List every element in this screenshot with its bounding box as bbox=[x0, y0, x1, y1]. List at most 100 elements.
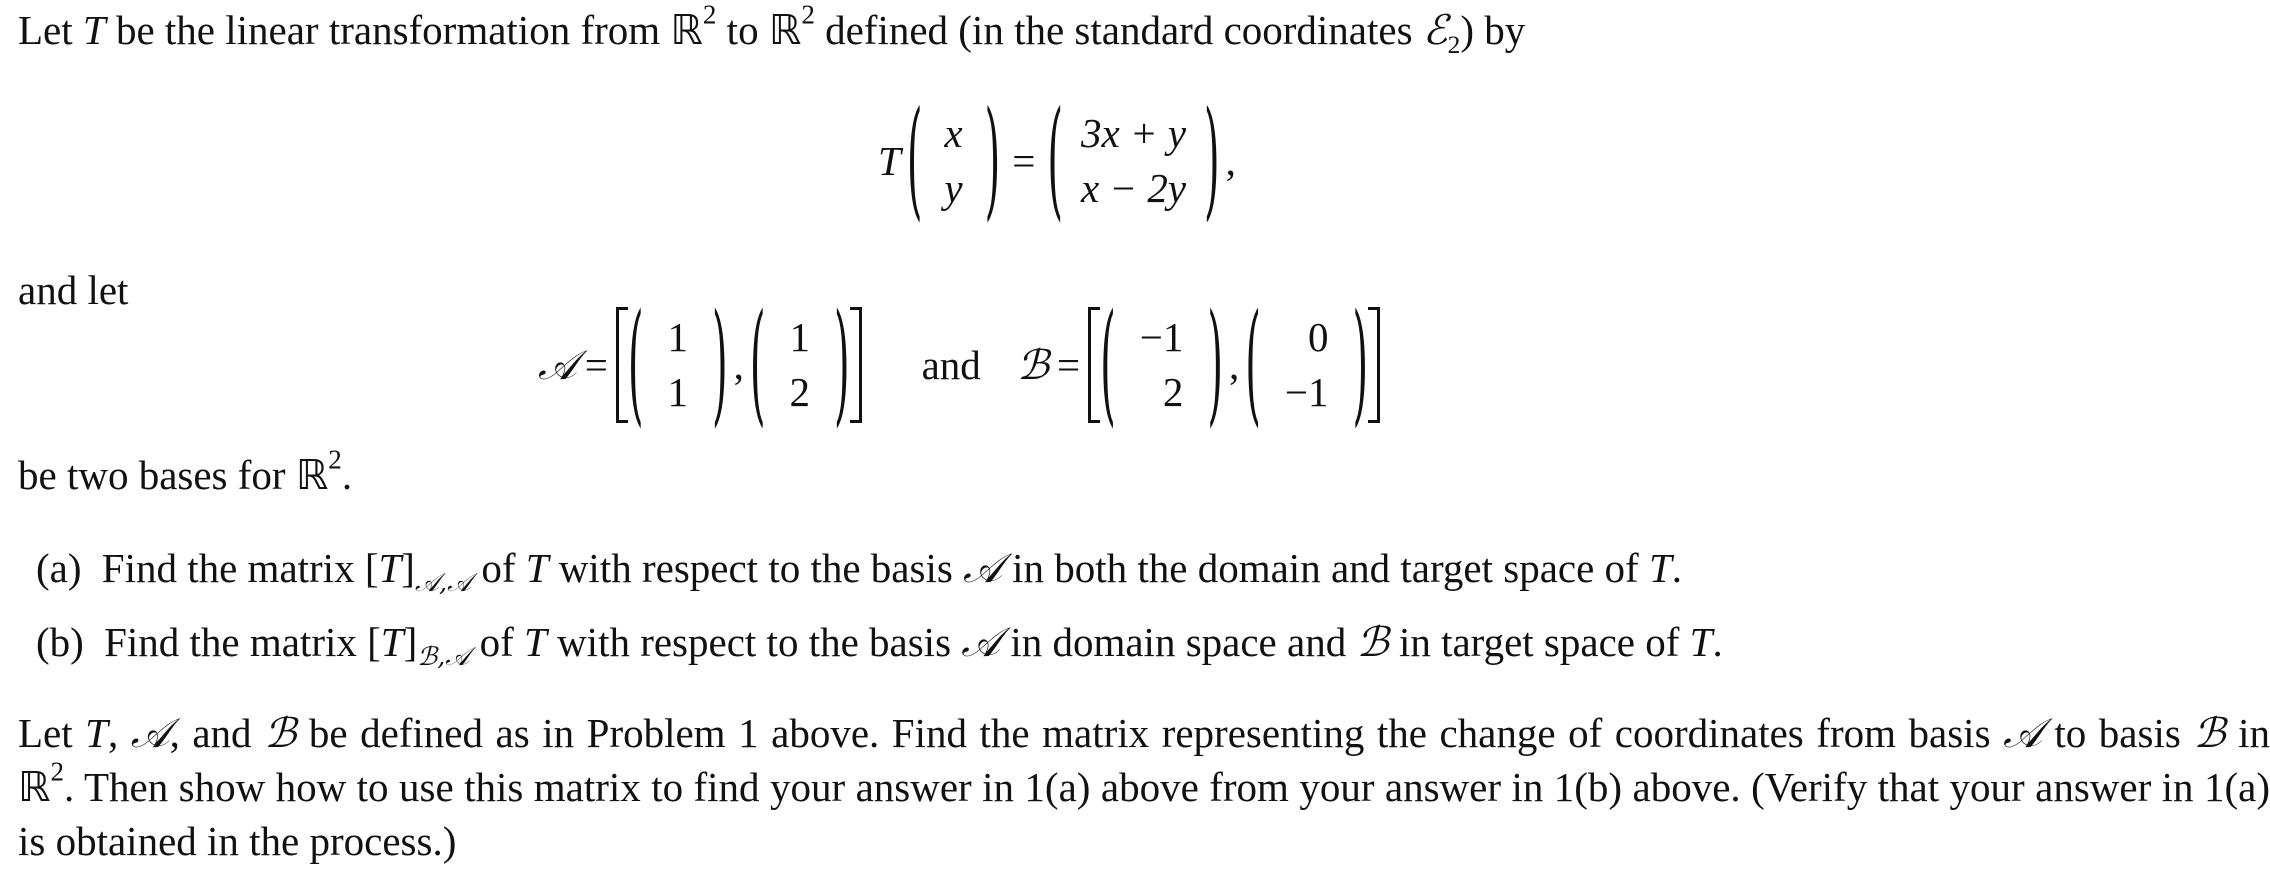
comma: , bbox=[1229, 341, 1240, 388]
vector-entry: −1 bbox=[1284, 369, 1329, 415]
basis-A-symbol: 𝒜 bbox=[130, 709, 170, 757]
vector-A2: 1 2 bbox=[790, 317, 811, 413]
left-paren: ( bbox=[906, 87, 923, 235]
and-let: and let bbox=[18, 267, 129, 313]
part-label: (a) bbox=[36, 545, 82, 591]
text: ] bbox=[403, 619, 418, 665]
right-double-bracket bbox=[1368, 307, 1381, 423]
equals-sign: = bbox=[1012, 137, 1036, 184]
period: . bbox=[1712, 619, 1723, 665]
vector-B2: 0 −1 bbox=[1285, 317, 1329, 413]
text: to basis bbox=[2054, 710, 2181, 756]
text: Find the matrix [ bbox=[104, 619, 381, 665]
period: . bbox=[1671, 545, 1682, 591]
text: of bbox=[481, 545, 516, 591]
subscript: 2 bbox=[1447, 30, 1461, 59]
basis-B-symbol: ℬ bbox=[1356, 618, 1389, 666]
vector-B1: −1 2 bbox=[1140, 317, 1184, 413]
vector-entry: 1 bbox=[667, 369, 689, 415]
basis-B-symbol: ℬ bbox=[2193, 709, 2226, 757]
reals-symbol: ℝ bbox=[18, 763, 51, 811]
text: with respect to the basis bbox=[558, 545, 953, 591]
text: with respect to the basis bbox=[557, 619, 952, 665]
left-double-bracket bbox=[1088, 307, 1101, 423]
text: be defined as in Problem 1 above. Find t… bbox=[308, 710, 1991, 756]
part-label: (b) bbox=[36, 619, 84, 665]
basis-B-symbol: ℬ bbox=[264, 709, 297, 757]
right-paren: ) bbox=[984, 87, 1001, 235]
text: defined (in the standard coordinates bbox=[825, 7, 1413, 53]
right-paren: ) bbox=[1204, 87, 1220, 235]
vector-entry: y bbox=[944, 165, 963, 211]
text: Find the matrix [ bbox=[101, 545, 379, 591]
text: of bbox=[479, 619, 514, 665]
vector-entry: x bbox=[944, 110, 963, 156]
vector-entry: 1 bbox=[789, 314, 811, 360]
text: Let bbox=[18, 7, 73, 53]
superscript: 2 bbox=[50, 756, 65, 787]
left-paren: ( bbox=[749, 289, 766, 441]
text: be two bases for bbox=[18, 452, 286, 498]
left-double-bracket bbox=[615, 307, 628, 423]
superscript: 2 bbox=[328, 444, 342, 475]
period: . bbox=[341, 452, 353, 498]
left-paren: ( bbox=[1245, 289, 1261, 441]
part-a: (a) Find the matrix [T]𝒜,𝒜 of T with res… bbox=[36, 545, 1682, 595]
equals-sign: = bbox=[1057, 341, 1081, 388]
vector-entry: 3x + y bbox=[1080, 110, 1187, 156]
reals-symbol: ℝ bbox=[295, 451, 329, 499]
superscript: 2 bbox=[801, 0, 815, 30]
connector-and: and bbox=[921, 341, 981, 388]
text: . Then show how to use this matrix to fi… bbox=[18, 764, 2270, 864]
text: ) by bbox=[1460, 7, 1526, 53]
reals-symbol: ℝ bbox=[670, 6, 703, 54]
right-paren: ) bbox=[1352, 289, 1369, 441]
vector-A1: 1 1 bbox=[668, 317, 689, 413]
comma: , bbox=[1225, 137, 1236, 184]
reals-symbol: ℝ bbox=[768, 6, 802, 54]
vector-entry: −1 bbox=[1139, 314, 1184, 360]
vector-entry: 2 bbox=[789, 369, 811, 415]
var-T: T bbox=[378, 545, 402, 591]
matrix-subscript: ℬ,𝒜 bbox=[417, 640, 470, 671]
basis-A-symbol: 𝒜 bbox=[963, 544, 1002, 592]
right-paren: ) bbox=[1207, 289, 1224, 441]
vector-entry: 2 bbox=[1162, 369, 1184, 415]
text: Let bbox=[18, 710, 73, 756]
text: in both the domain and target space of bbox=[1012, 545, 1639, 591]
text: in target space of bbox=[1398, 619, 1680, 665]
right-paren: ) bbox=[712, 289, 728, 441]
var-T: T bbox=[1689, 619, 1713, 665]
equals-sign: = bbox=[584, 341, 608, 388]
right-paren: ) bbox=[834, 289, 850, 441]
text: ] bbox=[401, 545, 415, 591]
part-b: (b) Find the matrix [T]ℬ,𝒜 of T with res… bbox=[36, 619, 1723, 669]
superscript: 2 bbox=[702, 0, 717, 30]
matrix-subscript: 𝒜,𝒜 bbox=[414, 566, 472, 597]
basis-A-symbol: 𝒜 bbox=[961, 618, 1001, 666]
var-T: T bbox=[85, 710, 108, 756]
basis-A-symbol: 𝒜 bbox=[538, 340, 577, 389]
text: in domain space and bbox=[1010, 619, 1347, 665]
text: , bbox=[107, 710, 119, 756]
right-double-bracket bbox=[849, 307, 862, 423]
var-T: T bbox=[524, 619, 547, 665]
basis-B-symbol: ℬ bbox=[1016, 340, 1050, 389]
problem-2-paragraph: Let T, 𝒜, and ℬ be defined as in Problem… bbox=[18, 706, 2270, 868]
vector-entry: 0 bbox=[1308, 314, 1329, 360]
comma: , bbox=[733, 341, 744, 388]
bases-definition: 𝒜 = ( 1 1 ) , ( 1 2 ) and ℬ = ( −1 2 ) ,… bbox=[538, 289, 1381, 441]
text: in bbox=[2238, 710, 2270, 756]
text: to bbox=[726, 7, 759, 53]
vector-entry: x − 2y bbox=[1080, 165, 1187, 211]
transformation-equation: T ( x y ) = ( 3x + y x − 2y ) , bbox=[878, 96, 1236, 226]
standard-basis-symbol: ℰ bbox=[1422, 6, 1448, 54]
basis-A-symbol: 𝒜 bbox=[2003, 709, 2042, 757]
var-T: T bbox=[380, 619, 404, 665]
var-T: T bbox=[82, 7, 106, 53]
text: , and bbox=[169, 710, 252, 756]
intro-sentence: Let T be the linear transformation from … bbox=[18, 1, 1526, 57]
vector-entry: 1 bbox=[667, 314, 689, 360]
var-T: T bbox=[878, 137, 901, 184]
output-vector: 3x + y x − 2y bbox=[1081, 113, 1186, 209]
